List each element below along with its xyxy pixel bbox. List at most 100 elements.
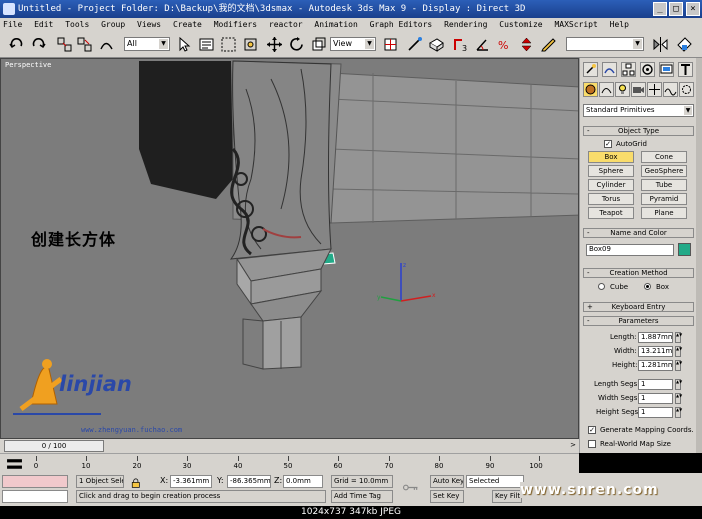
time-slider[interactable]: 0 / 100 > (0, 439, 579, 453)
move-icon[interactable] (266, 36, 283, 53)
y-coordinate-field[interactable]: -86.365mm (227, 475, 271, 488)
real-world-map-checkbox[interactable] (588, 440, 596, 448)
autogrid-checkbox[interactable]: ✓ (604, 140, 612, 148)
menu-customize[interactable]: Customize (496, 18, 546, 32)
scale-icon[interactable] (310, 36, 327, 53)
menu-animation[interactable]: Animation (311, 18, 361, 32)
maxscript-input[interactable] (2, 490, 68, 503)
window-crossing-icon[interactable] (242, 36, 259, 53)
cube-radio[interactable] (598, 283, 605, 290)
cone-button[interactable]: Cone (641, 151, 687, 163)
selection-filter-dropdown[interactable]: All ▼ (124, 37, 170, 51)
spinner-snap-icon[interactable] (518, 36, 535, 53)
snaps-toggle-icon[interactable]: 3 (452, 36, 469, 53)
creation-method-rollout[interactable]: - Creation Method (583, 268, 694, 278)
edit-named-selection-icon[interactable] (540, 36, 557, 53)
maxscript-listener[interactable] (2, 475, 68, 488)
torus-button[interactable]: Torus (588, 193, 634, 205)
height-spinner[interactable]: ▲▼ (675, 360, 682, 371)
width-input[interactable]: 13.211mm (638, 346, 673, 357)
next-frame-icon[interactable]: > (570, 441, 576, 449)
auto-key-button[interactable]: Auto Key (430, 475, 464, 488)
menu-modifiers[interactable]: Modifiers (211, 18, 261, 32)
rectangular-selection-icon[interactable] (220, 36, 237, 53)
primitive-category-dropdown[interactable]: Standard Primitives ▼ (583, 104, 694, 117)
teapot-button[interactable]: Teapot (588, 207, 634, 219)
height-segs-input[interactable]: 1 (638, 407, 673, 418)
length-segs-spinner[interactable]: ▲▼ (675, 379, 682, 390)
track-bar[interactable]: 0 10 20 30 40 50 60 70 80 90 100 (0, 453, 579, 473)
generate-mapping-checkbox[interactable]: ✓ (588, 426, 596, 434)
select-and-link-icon[interactable] (56, 36, 73, 53)
x-coordinate-field[interactable]: -3.361mm (170, 475, 212, 488)
minimize-button[interactable]: _ (653, 2, 667, 16)
perspective-viewport[interactable]: z x y Perspective 创建长方体 linjian www.zhen… (0, 58, 579, 439)
keyboard-entry-rollout[interactable]: + Keyboard Entry (583, 302, 694, 312)
height-input[interactable]: 1.281mm (638, 360, 673, 371)
menu-rendering[interactable]: Rendering (441, 18, 491, 32)
select-object-icon[interactable] (176, 36, 193, 53)
menu-create[interactable]: Create (170, 18, 206, 32)
select-and-manipulate-icon[interactable] (406, 36, 423, 53)
menu-group[interactable]: Group (98, 18, 129, 32)
menu-reactor[interactable]: reactor (266, 18, 307, 32)
align-icon[interactable] (676, 36, 693, 53)
unlink-icon[interactable] (76, 36, 93, 53)
hierarchy-tab-icon[interactable] (621, 62, 636, 77)
close-button[interactable]: × (686, 2, 700, 16)
plane-button[interactable]: Plane (641, 207, 687, 219)
app-icon[interactable] (3, 3, 15, 15)
command-panel-scrollbar[interactable] (696, 58, 702, 453)
shapes-icon[interactable] (599, 82, 614, 97)
z-coordinate-field[interactable]: 0.0mm (283, 475, 323, 488)
select-by-name-icon[interactable] (198, 36, 215, 53)
geometry-icon[interactable] (583, 82, 598, 97)
key-icon[interactable] (402, 479, 424, 493)
helpers-icon[interactable] (647, 82, 662, 97)
menu-edit[interactable]: Edit (31, 18, 57, 32)
percent-snap-icon[interactable]: % (496, 36, 513, 53)
height-segs-spinner[interactable]: ▲▼ (675, 407, 682, 418)
display-tab-icon[interactable] (659, 62, 674, 77)
time-slider-thumb[interactable]: 0 / 100 (4, 440, 104, 452)
reference-coordinate-dropdown[interactable]: View ▼ (330, 37, 376, 51)
maximize-button[interactable]: □ (669, 2, 683, 16)
length-spinner[interactable]: ▲▼ (675, 332, 682, 343)
sphere-button[interactable]: Sphere (588, 165, 634, 177)
open-mini-curve-editor-icon[interactable] (6, 456, 22, 470)
menu-tools[interactable]: Tools (62, 18, 93, 32)
set-key-button[interactable]: Set Key (430, 490, 464, 503)
named-selection-sets-dropdown[interactable]: ▼ (566, 37, 644, 51)
parameters-rollout[interactable]: - Parameters (583, 316, 694, 326)
menu-file[interactable]: File (0, 18, 26, 32)
lock-selection-icon[interactable] (128, 475, 152, 488)
tube-button[interactable]: Tube (641, 179, 687, 191)
add-time-tag-button[interactable]: Add Time Tag (331, 490, 393, 503)
create-tab-icon[interactable] (583, 62, 598, 77)
length-input[interactable]: 1.887mm (638, 332, 673, 343)
width-spinner[interactable]: ▲▼ (675, 346, 682, 357)
use-pivot-center-icon[interactable] (382, 36, 399, 53)
bind-space-warp-icon[interactable] (98, 36, 115, 53)
box-button[interactable]: Box (588, 151, 634, 163)
lights-icon[interactable] (615, 82, 630, 97)
viewport-label[interactable]: Perspective (5, 61, 51, 69)
systems-icon[interactable] (679, 82, 694, 97)
box-radio[interactable] (644, 283, 651, 290)
object-name-input[interactable]: Box09 (586, 244, 674, 256)
cylinder-button[interactable]: Cylinder (588, 179, 634, 191)
width-segs-input[interactable]: 1 (638, 393, 673, 404)
object-type-rollout[interactable]: - Object Type (583, 126, 694, 136)
object-color-swatch[interactable] (678, 243, 691, 256)
redo-icon[interactable] (30, 36, 47, 53)
geosphere-button[interactable]: GeoSphere (641, 165, 687, 177)
name-and-color-rollout[interactable]: - Name and Color (583, 228, 694, 238)
menu-views[interactable]: Views (134, 18, 165, 32)
space-warps-icon[interactable] (663, 82, 678, 97)
cameras-icon[interactable] (631, 82, 646, 97)
utilities-tab-icon[interactable] (678, 62, 693, 77)
modify-tab-icon[interactable] (602, 62, 617, 77)
mirror-icon[interactable] (652, 36, 669, 53)
width-segs-spinner[interactable]: ▲▼ (675, 393, 682, 404)
rotate-icon[interactable] (288, 36, 305, 53)
